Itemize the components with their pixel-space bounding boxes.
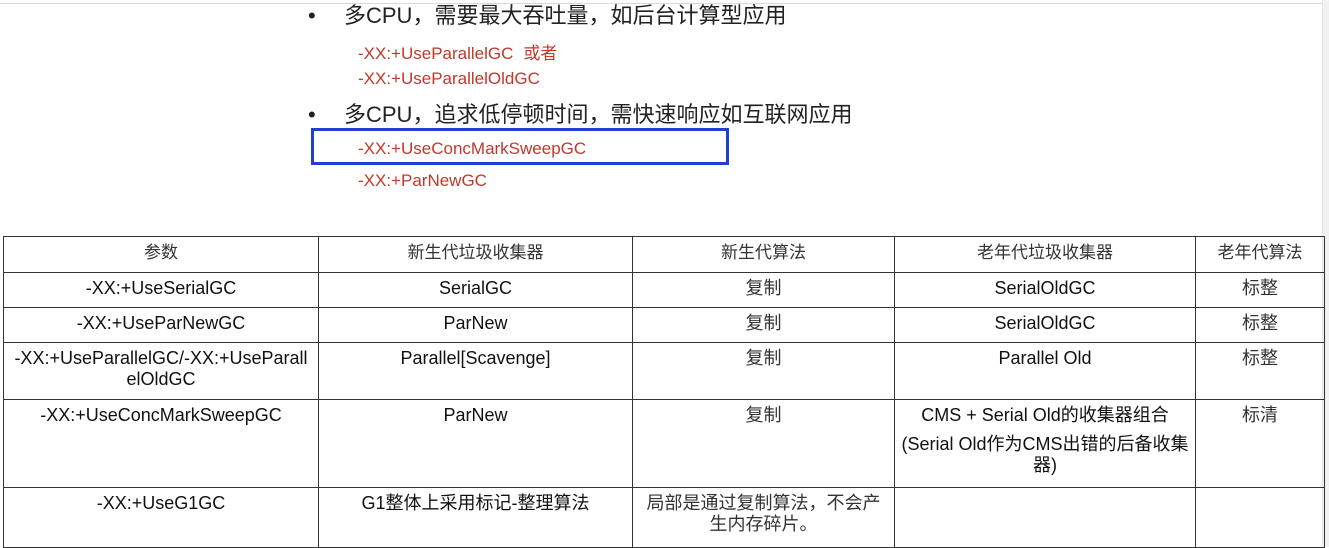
table-cell: -XX:+UseParallelGC/-XX:+UseParallelOldGC (3, 342, 319, 400)
table-cell: 标整 (1195, 272, 1325, 308)
table-cell: ParNew (318, 399, 633, 488)
table-cell: -XX:+UseG1GC (3, 487, 319, 548)
table-cell: 标清 (1195, 399, 1325, 488)
table-cell (1195, 487, 1325, 548)
option-suffix: 或者 (523, 44, 558, 63)
table-cell: 复制 (632, 342, 895, 400)
jvm-option: -XX:+UseParallelOldGC (358, 69, 540, 88)
table-cell: 局部是通过复制算法，不会产生内存碎片。 (632, 487, 895, 548)
table-cell: 复制 (632, 272, 895, 308)
table-cell: -XX:+UseSerialGC (3, 272, 319, 308)
table-row: -XX:+UseSerialGC SerialGC 复制 SerialOldGC… (3, 272, 1325, 308)
bullet-dot-icon: • (308, 3, 316, 28)
jvm-option: -XX:+ParNewGC (358, 171, 487, 190)
cms-combo-text: CMS + Serial Old的收集器组合 (921, 405, 1169, 425)
table-cell: 标整 (1195, 342, 1325, 400)
table-cell: -XX:+UseConcMarkSweepGC (3, 399, 319, 488)
gc-table: 参数 新生代垃圾收集器 新生代算法 老年代垃圾收集器 老年代算法 -XX:+Us… (3, 236, 1325, 548)
table-cell: Parallel[Scavenge] (318, 342, 633, 400)
column-header: 老年代垃圾收集器 (894, 236, 1196, 273)
table-cell: 复制 (632, 399, 895, 488)
table-row: -XX:+UseParNewGC ParNew 复制 SerialOldGC 标… (3, 307, 1325, 343)
table-cell: 复制 (632, 307, 895, 343)
table-row: -XX:+UseParallelGC/-XX:+UseParallelOldGC… (3, 342, 1325, 400)
table-cell: CMS + Serial Old的收集器组合 (Serial Old作为CMS出… (894, 399, 1196, 488)
column-header: 新生代垃圾收集器 (318, 236, 633, 273)
cms-fallback-note: (Serial Old作为CMS出错的后备收集器) (901, 434, 1189, 475)
table-row: -XX:+UseConcMarkSweepGC ParNew 复制 CMS + … (3, 399, 1325, 488)
bullet-text: 多CPU，需要最大吞吐量，如后台计算型应用 (344, 3, 787, 28)
table-cell: 标整 (1195, 307, 1325, 343)
column-header: 老年代算法 (1195, 236, 1325, 273)
table-row: -XX:+UseG1GC G1整体上采用标记-整理算法 局部是通过复制算法，不会… (3, 487, 1325, 548)
bullet-text: 多CPU，追求低停顿时间，需快速响应如互联网应用 (344, 102, 853, 127)
table-cell: SerialGC (318, 272, 633, 308)
table-cell (894, 487, 1196, 548)
bullet-dot-icon: • (308, 102, 316, 127)
table-cell: Parallel Old (894, 342, 1196, 400)
table-cell: SerialOldGC (894, 272, 1196, 308)
column-header: 新生代算法 (632, 236, 895, 273)
jvm-option: -XX:+UseParallelGC 或者 (358, 44, 558, 63)
table-header-row: 参数 新生代垃圾收集器 新生代算法 老年代垃圾收集器 老年代算法 (3, 236, 1325, 273)
table-cell: SerialOldGC (894, 307, 1196, 343)
table-cell: G1整体上采用标记-整理算法 (318, 487, 633, 548)
highlight-box (311, 128, 729, 165)
table-cell: -XX:+UseParNewGC (3, 307, 319, 343)
column-header: 参数 (3, 236, 319, 273)
table-cell: ParNew (318, 307, 633, 343)
